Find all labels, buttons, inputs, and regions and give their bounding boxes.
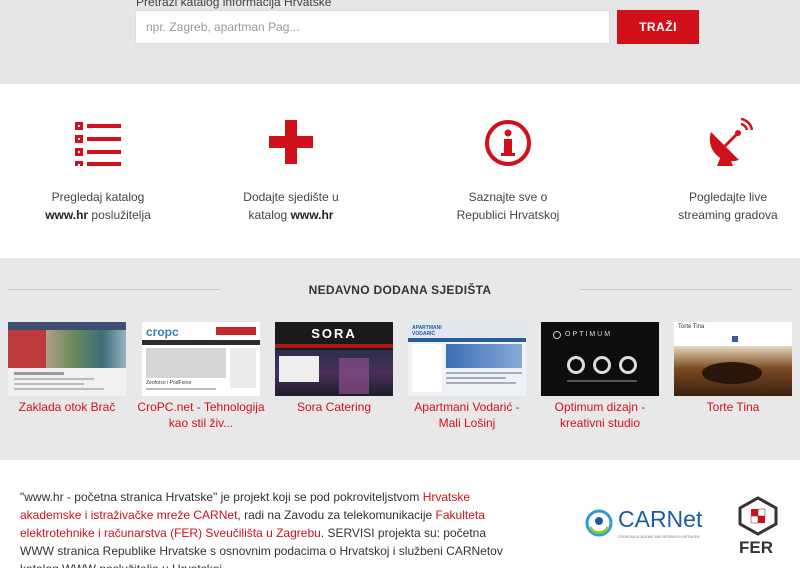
fer-logo[interactable]: FER (736, 494, 780, 560)
thumb-logo: cropc (146, 325, 179, 339)
site-name: Apartmani Vodarić - Mali Lošinj (414, 400, 520, 430)
footer: "www.hr - početna stranica Hrvatske" je … (0, 460, 800, 568)
feature-live-streaming[interactable]: Pogledajte live streaming gradova (648, 118, 800, 224)
thumb-logo: OPTIMUM (565, 331, 613, 338)
site-thumbnail: cropc Zeoforce i PodForce (142, 322, 260, 396)
recent-site-sora[interactable]: SORA Sora Catering (270, 322, 398, 415)
thumb-logo: APARTMANI VODARIĆ (412, 325, 442, 337)
features-section: Pregledaj katalog www.hr poslužitelja Do… (0, 84, 800, 258)
site-name: Optimum dizajn - kreativni studio (554, 400, 646, 430)
recent-site-vodaric[interactable]: APARTMANI VODARIĆ Apartmani Vodarić - Ma… (403, 322, 531, 431)
site-thumbnail: SORA (275, 322, 393, 396)
feature-about-croatia[interactable]: Saznajte sve o Republici Hrvatskoj (428, 118, 588, 224)
carnet-globe-icon (585, 509, 613, 537)
carnet-subtitle: CROATIAN ACADEMIC AND RESEARCH NETWORK (618, 535, 700, 539)
recent-site-optimum[interactable]: OPTIMUM Optimum dizajn - kreativni studi… (536, 322, 664, 431)
recent-site-cropc[interactable]: cropc Zeoforce i PodForce CroPC.net - Te… (137, 322, 265, 431)
feature-add-text: Dodajte sjedište u katalog www.hr (243, 190, 339, 222)
recent-sites-title: NEDAVNO DODANA SJEDIŠTA (308, 283, 492, 297)
plus-icon (211, 118, 371, 174)
recent-site-zaklada[interactable]: Zaklada otok Brač (3, 322, 131, 415)
fer-wordmark: FER (739, 538, 773, 557)
fer-emblem-icon (738, 496, 778, 536)
feature-browse-text: Pregledaj katalog www.hr poslužitelja (45, 190, 151, 222)
list-icon (18, 118, 178, 174)
site-name: CroPC.net - Tehnologija kao stil živ... (137, 400, 265, 430)
feature-live-text: Pogledajte live streaming gradova (678, 190, 778, 222)
carnet-logo[interactable]: CARNet CROATIAN ACADEMIC AND RESEARCH NE… (584, 504, 704, 548)
site-thumbnail: OPTIMUM (541, 322, 659, 396)
thumb-text: Zeoforce i PodForce (146, 380, 192, 386)
site-name: Sora Catering (296, 400, 372, 414)
thumb-logo: Torte Tina (678, 324, 705, 330)
search-label: Pretraži katalog informacija Hrvatske (136, 0, 332, 9)
recent-site-torte-tina[interactable]: Torte Tina Torte Tina (669, 322, 797, 415)
site-name: Torte Tina (706, 400, 760, 414)
site-thumbnail: Torte Tina (674, 322, 792, 396)
feature-browse-catalog[interactable]: Pregledaj katalog www.hr poslužitelja (18, 118, 178, 224)
recent-sites-section: NEDAVNO DODANA SJEDIŠTA Zaklada otok Bra… (0, 258, 800, 460)
footer-text: "www.hr - početna stranica Hrvatske" je … (20, 490, 503, 568)
site-thumbnail (8, 322, 126, 396)
feature-about-text: Saznajte sve o Republici Hrvatskoj (456, 190, 560, 222)
search-input[interactable] (135, 10, 610, 44)
search-band: Pretraži katalog informacija Hrvatske TR… (0, 0, 800, 84)
feature-add-site[interactable]: Dodajte sjedište u katalog www.hr (211, 118, 371, 224)
site-name: Zaklada otok Brač (18, 400, 116, 414)
carnet-wordmark: CARNet (618, 506, 703, 532)
search-button[interactable]: TRAŽI (617, 10, 699, 44)
satellite-dish-icon (648, 118, 800, 174)
site-thumbnail: APARTMANI VODARIĆ (408, 322, 526, 396)
info-icon (428, 118, 588, 174)
thumb-logo: SORA (311, 326, 357, 341)
